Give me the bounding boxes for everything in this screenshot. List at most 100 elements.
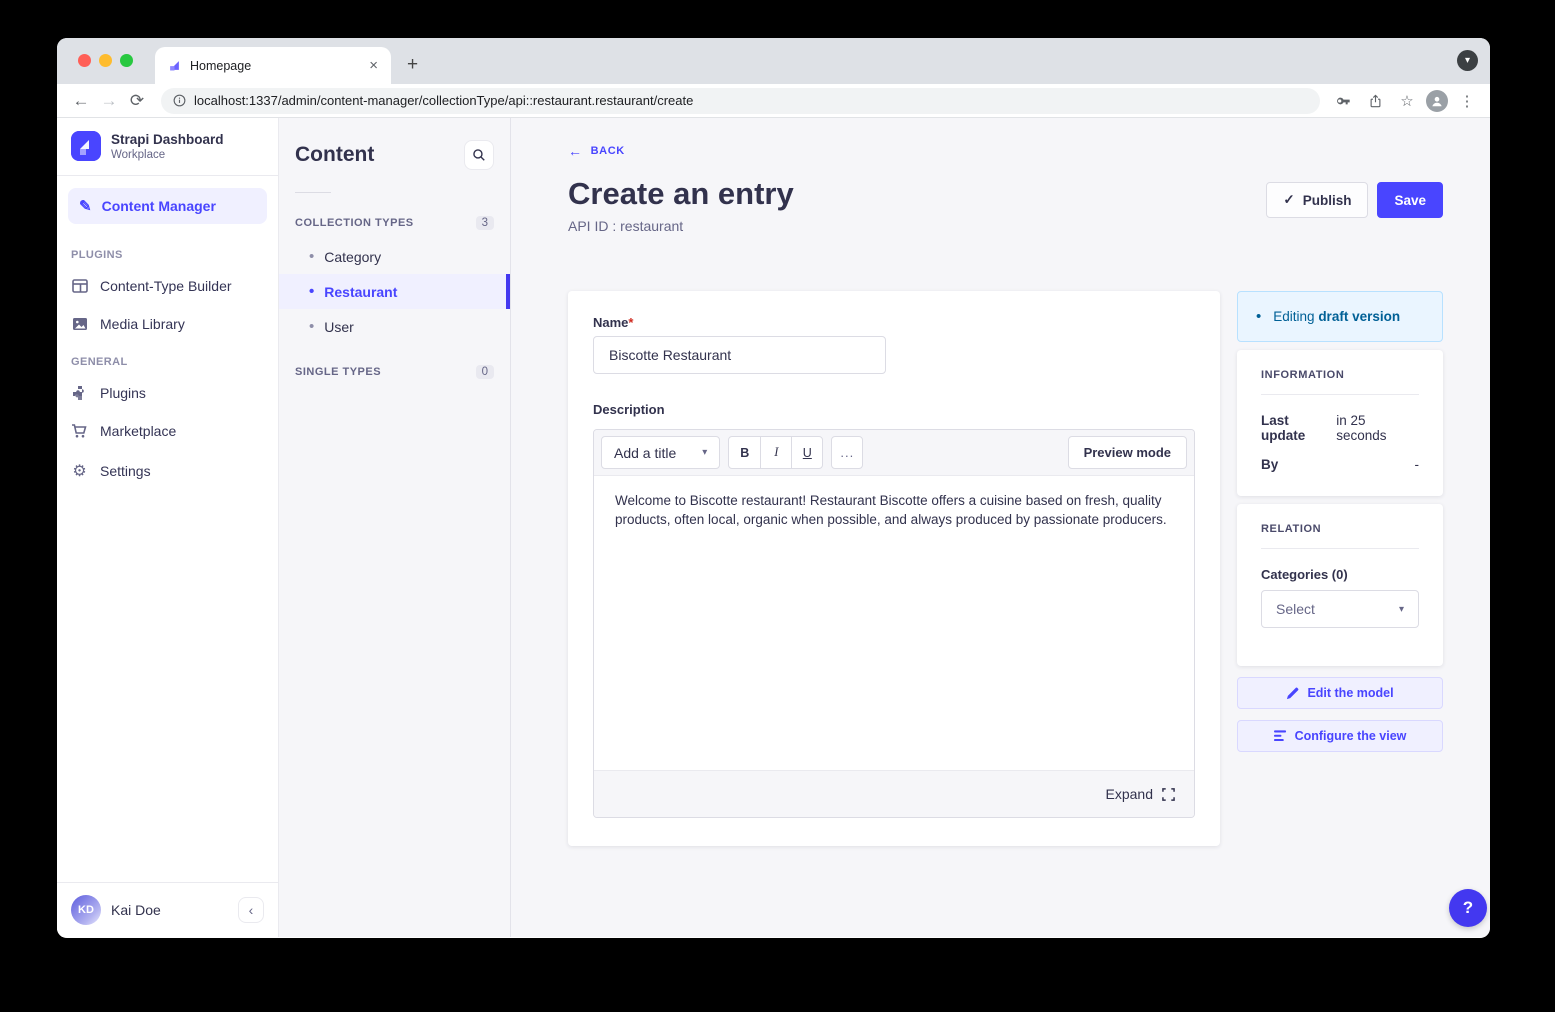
app-name: Strapi Dashboard (111, 132, 224, 147)
browser-window: Homepage × + ▾ ← → ⟳ localhost:1337/admi… (57, 38, 1490, 938)
single-types-label: SINGLE TYPES (295, 366, 381, 378)
select-placeholder: Select (1276, 601, 1315, 617)
gear-icon: ⚙ (71, 461, 88, 481)
sidebar-item-content-manager[interactable]: ✎ Content Manager (68, 188, 267, 224)
expand-label[interactable]: Expand (1106, 786, 1153, 802)
site-info-icon[interactable] (173, 94, 186, 107)
card-divider (1261, 548, 1419, 549)
browser-menu-kebab-icon[interactable]: ⋮ (1454, 88, 1480, 114)
editor-toolbar: Add a title ▾ B I U ... Preview mode (594, 430, 1194, 475)
name-input[interactable] (593, 336, 886, 374)
subnav-item-label: Restaurant (324, 284, 397, 300)
new-tab-button[interactable]: + (407, 54, 418, 84)
bullet-icon: • (309, 248, 314, 265)
sidebar-item-label: Marketplace (100, 423, 176, 439)
description-textarea[interactable]: Welcome to Biscotte restaurant! Restaura… (594, 475, 1194, 770)
browser-profile-avatar[interactable] (1426, 90, 1448, 112)
more-formatting-button[interactable]: ... (831, 436, 863, 469)
workspace-switcher[interactable]: Strapi Dashboard Workplace (57, 118, 278, 175)
help-button[interactable]: ? (1449, 889, 1487, 927)
sidebar-item-plugins[interactable]: Plugins (57, 374, 278, 412)
bullet-icon: • (309, 283, 314, 300)
title-select-label: Add a title (614, 445, 676, 461)
relation-card: RELATION Categories (0) Select ▾ (1237, 504, 1443, 666)
name-field-label: Name* (593, 315, 1195, 330)
user-menu[interactable]: KD Kai Doe ‹ (57, 882, 278, 937)
check-icon: ✓ (1283, 192, 1294, 208)
categories-label: Categories (0) (1261, 567, 1419, 582)
image-icon (71, 316, 88, 332)
edit-model-button[interactable]: Edit the model (1237, 677, 1443, 709)
draft-status-banner: • Editing draft version (1237, 291, 1443, 342)
user-name: Kai Doe (111, 902, 228, 918)
publish-button[interactable]: ✓ Publish (1266, 182, 1368, 218)
bullet-icon: • (309, 318, 314, 335)
sidebar-item-media-library[interactable]: Media Library (57, 305, 278, 343)
minimize-window-button[interactable] (99, 54, 112, 67)
page-title: Create an entry (568, 176, 794, 212)
feather-pen-icon: ✎ (79, 197, 92, 215)
main-content: ← BACK Create an entry API ID : restaura… (511, 118, 1490, 937)
editor-footer: Expand (594, 770, 1194, 817)
window-controls (78, 54, 133, 67)
information-title: INFORMATION (1261, 369, 1419, 381)
maximize-window-button[interactable] (120, 54, 133, 67)
api-id-subtitle: API ID : restaurant (568, 218, 794, 234)
title-style-select[interactable]: Add a title ▾ (601, 436, 720, 469)
chevron-down-icon: ▾ (702, 447, 707, 458)
sidebar-item-label: Content-Type Builder (100, 278, 232, 294)
address-bar[interactable]: localhost:1337/admin/content-manager/col… (161, 88, 1320, 114)
puzzle-icon (71, 385, 88, 401)
subnav-item-category[interactable]: • Category (279, 239, 510, 274)
rich-text-editor: Add a title ▾ B I U ... Preview mode (593, 429, 1195, 818)
entry-form-card: Name* Description Add a title ▾ B (568, 291, 1220, 846)
subnav-title: Content (295, 143, 374, 167)
back-label: BACK (591, 145, 625, 157)
subnav-item-user[interactable]: • User (279, 309, 510, 344)
browser-profile-chevron-icon[interactable]: ▾ (1457, 50, 1478, 71)
strapi-logo (71, 131, 101, 161)
browser-back-icon[interactable]: ← (67, 91, 95, 111)
updated-by-row: By - (1261, 457, 1419, 472)
workspace-name: Workplace (111, 149, 224, 161)
sidebar-item-label: Content Manager (102, 198, 216, 214)
browser-reload-icon[interactable]: ⟳ (123, 91, 151, 111)
bold-button[interactable]: B (729, 437, 760, 468)
back-link[interactable]: ← BACK (568, 143, 625, 159)
expand-icon[interactable] (1162, 788, 1175, 801)
categories-select[interactable]: Select ▾ (1261, 590, 1419, 628)
subnav-item-restaurant[interactable]: • Restaurant (279, 274, 510, 309)
preview-mode-button[interactable]: Preview mode (1068, 436, 1187, 469)
configure-view-label: Configure the view (1295, 729, 1407, 743)
save-label: Save (1394, 193, 1426, 208)
search-button[interactable] (464, 140, 494, 170)
chevron-down-icon: ▾ (1399, 604, 1404, 615)
sidebar-item-content-type-builder[interactable]: Content-Type Builder (57, 267, 278, 305)
close-window-button[interactable] (78, 54, 91, 67)
browser-toolbar: ← → ⟳ localhost:1337/admin/content-manag… (57, 84, 1490, 118)
single-types-count-badge: 0 (476, 365, 494, 379)
shopping-cart-icon (71, 423, 88, 439)
browser-tab[interactable]: Homepage × (155, 47, 391, 84)
subnav-item-label: Category (324, 249, 381, 265)
sidebar-item-label: Media Library (100, 316, 185, 332)
main-sidebar: Strapi Dashboard Workplace ✎ Content Man… (57, 118, 279, 937)
bookmark-star-icon[interactable]: ☆ (1394, 88, 1420, 114)
back-arrow-icon: ← (568, 143, 583, 159)
italic-button[interactable]: I (760, 437, 791, 468)
share-icon[interactable] (1362, 88, 1388, 114)
configure-view-button[interactable]: Configure the view (1237, 720, 1443, 752)
browser-forward-icon[interactable]: → (95, 91, 123, 111)
tab-close-icon[interactable]: × (366, 57, 381, 74)
underline-button[interactable]: U (791, 437, 822, 468)
save-button[interactable]: Save (1377, 182, 1443, 218)
layout-grid-icon (71, 278, 88, 294)
tab-title: Homepage (190, 59, 366, 73)
collection-types-count-badge: 3 (476, 216, 494, 230)
sidebar-item-settings[interactable]: ⚙ Settings (57, 450, 278, 492)
password-key-icon[interactable] (1330, 88, 1356, 114)
sidebar-item-marketplace[interactable]: Marketplace (57, 412, 278, 450)
avatar: KD (71, 895, 101, 925)
collapse-sidebar-button[interactable]: ‹ (238, 897, 264, 923)
edit-model-label: Edit the model (1307, 686, 1393, 700)
